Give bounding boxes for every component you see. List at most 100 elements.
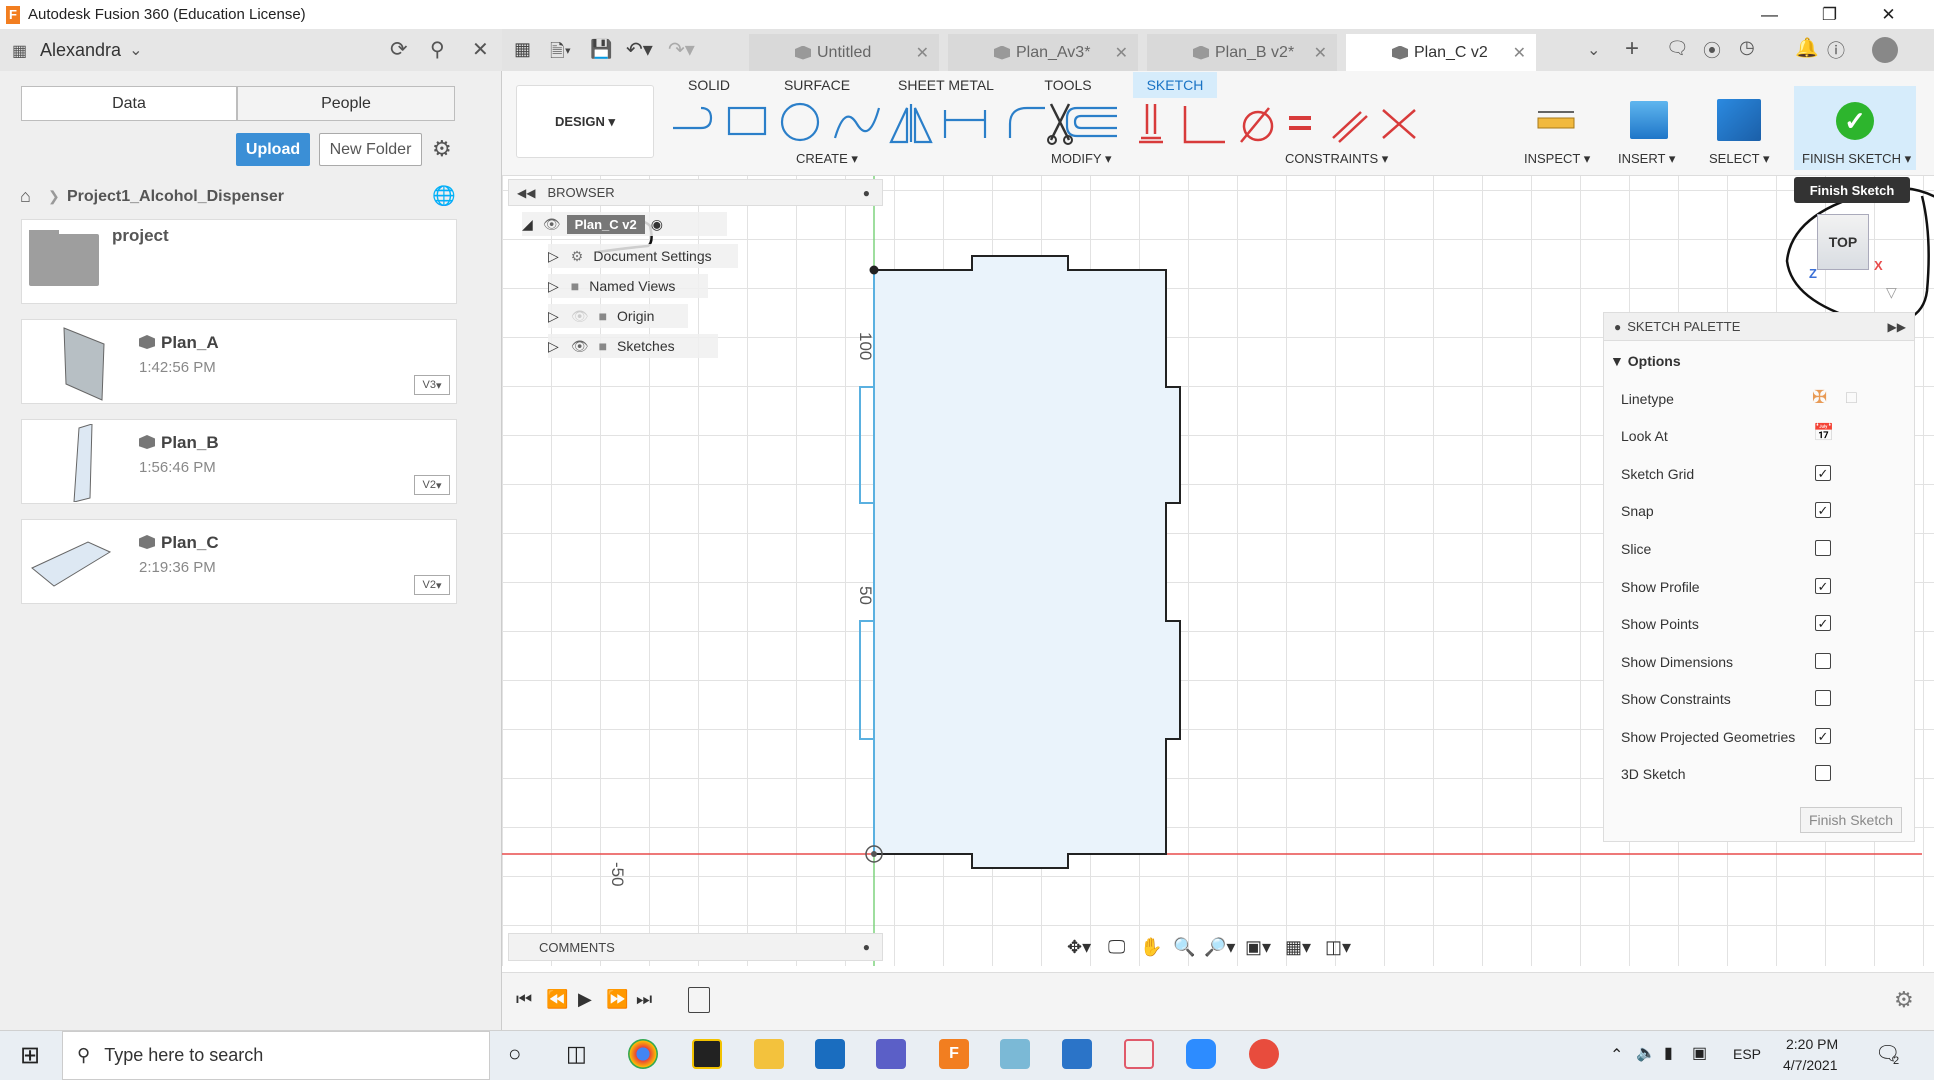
- eye-icon[interactable]: 👁: [543, 216, 561, 233]
- pan-icon[interactable]: ✋: [1140, 937, 1162, 958]
- tab-sheet-metal[interactable]: SHEET METAL: [898, 72, 994, 98]
- photos-icon[interactable]: [1062, 1039, 1092, 1069]
- task-view-icon[interactable]: ◫: [566, 1041, 587, 1067]
- snap-checkbox[interactable]: ✓: [1815, 502, 1831, 518]
- chrome-icon[interactable]: [628, 1039, 658, 1069]
- show-constraints-checkbox[interactable]: [1815, 690, 1831, 706]
- language-indicator[interactable]: ESP: [1733, 1046, 1761, 1062]
- 3d-sketch-checkbox[interactable]: [1815, 765, 1831, 781]
- insert-menu[interactable]: INSERT ▾: [1618, 151, 1675, 167]
- sketch-grid-checkbox[interactable]: ✓: [1815, 465, 1831, 481]
- collapse-icon[interactable]: ◀◀: [517, 186, 535, 200]
- new-folder-button[interactable]: New Folder: [319, 133, 422, 166]
- insert-image-icon[interactable]: [1630, 101, 1668, 139]
- expand-icon[interactable]: ◢: [522, 216, 533, 233]
- grid-menu-icon[interactable]: ▦: [12, 41, 27, 61]
- close-panel-icon[interactable]: ✕: [472, 37, 489, 62]
- pin-icon[interactable]: ●: [1614, 320, 1621, 334]
- undo-icon[interactable]: ↶▾: [626, 37, 653, 62]
- comments-panel[interactable]: COMMENTS ●: [508, 933, 883, 961]
- refresh-icon[interactable]: ⟳: [390, 37, 408, 62]
- show-profile-checkbox[interactable]: ✓: [1815, 578, 1831, 594]
- zoom-icon[interactable]: 🔍: [1173, 937, 1195, 958]
- list-item[interactable]: Plan_B 1:56:46 PM V2 ▾: [21, 419, 457, 504]
- close-tab-icon[interactable]: ✕: [1314, 43, 1327, 63]
- tab-data[interactable]: Data: [21, 86, 237, 121]
- expand-icon[interactable]: ▷: [548, 248, 559, 265]
- step-forward-icon[interactable]: ⏩: [606, 989, 628, 1010]
- tab-solid[interactable]: SOLID: [684, 72, 734, 98]
- search-icon[interactable]: ⚲: [430, 37, 445, 62]
- tab-untitled[interactable]: Untitled ✕: [749, 34, 939, 71]
- look-at-icon[interactable]: 🖵: [1108, 937, 1125, 958]
- step-back-icon[interactable]: ⏪: [546, 989, 568, 1010]
- measure-icon[interactable]: [1534, 106, 1578, 138]
- finish-sketch-menu[interactable]: FINISH SKETCH ▾: [1802, 151, 1911, 167]
- clock-date[interactable]: 4/7/2021: [1783, 1057, 1838, 1073]
- gear-icon[interactable]: ⚙: [432, 136, 452, 162]
- fit-icon[interactable]: 🔎▾: [1204, 937, 1235, 958]
- look-at-icon[interactable]: 📅: [1813, 423, 1834, 443]
- close-button[interactable]: ✕: [1860, 0, 1917, 29]
- browser-item-named-views[interactable]: ▷ ■ Named Views: [548, 274, 708, 298]
- browser-root[interactable]: ◢ 👁 Plan_C v2 ◉: [522, 212, 727, 236]
- constraints-menu[interactable]: CONSTRAINTS ▾: [1285, 151, 1388, 167]
- close-tab-icon[interactable]: ✕: [1513, 43, 1526, 63]
- grid-menu-icon[interactable]: ▦: [514, 39, 531, 60]
- centerline-linetype-icon[interactable]: □: [1846, 387, 1857, 408]
- windows-start-icon[interactable]: ⊞: [20, 1041, 40, 1070]
- expand-icon[interactable]: ▷: [548, 338, 559, 355]
- tab-sketch[interactable]: SKETCH: [1133, 72, 1217, 98]
- inspect-menu[interactable]: INSPECT ▾: [1524, 151, 1590, 167]
- palette-header[interactable]: ● SKETCH PALETTE ▶▶: [1604, 313, 1914, 341]
- tab-plan-c[interactable]: Plan_C v2 ✕: [1346, 34, 1536, 71]
- zoom-app-icon[interactable]: [1186, 1039, 1216, 1069]
- cortana-icon[interactable]: ○: [508, 1041, 521, 1067]
- go-to-end-icon[interactable]: ⏭: [636, 989, 652, 1010]
- taskbar-search[interactable]: ⚲ Type here to search: [62, 1031, 490, 1080]
- app-icon[interactable]: [1249, 1039, 1279, 1069]
- snipping-tool-icon[interactable]: [1124, 1039, 1154, 1069]
- version-select[interactable]: V2 ▾: [414, 575, 450, 595]
- browser-item-origin[interactable]: ▷ 👁 ■ Origin: [548, 304, 688, 328]
- media-player-icon[interactable]: [815, 1039, 845, 1069]
- eye-icon[interactable]: 👁: [571, 338, 589, 355]
- finish-sketch-button[interactable]: Finish Sketch: [1800, 807, 1902, 833]
- browser-header[interactable]: ◀◀ BROWSER ●: [508, 179, 883, 206]
- clock-time[interactable]: 2:20 PM: [1786, 1036, 1838, 1052]
- show-points-checkbox[interactable]: ✓: [1815, 615, 1831, 631]
- home-icon[interactable]: ⌂: [20, 186, 31, 207]
- construction-linetype-icon[interactable]: ✠: [1812, 387, 1827, 408]
- select-menu[interactable]: SELECT ▾: [1709, 151, 1769, 167]
- fusion-taskbar-icon[interactable]: F: [939, 1039, 969, 1069]
- hidden-eye-icon[interactable]: 👁: [571, 308, 589, 325]
- extensions-icon[interactable]: ⦿: [1703, 37, 1721, 63]
- show-hidden-icons[interactable]: ⌃: [1610, 1045, 1623, 1065]
- list-item[interactable]: project: [21, 219, 457, 304]
- viewcube-menu-icon[interactable]: ▽: [1886, 284, 1897, 301]
- new-tab-icon[interactable]: +: [1625, 35, 1639, 63]
- workspace-selector[interactable]: DESIGN ▾: [516, 85, 654, 158]
- volume-icon[interactable]: 🔈: [1636, 1043, 1656, 1063]
- teams-icon[interactable]: [876, 1039, 906, 1069]
- tab-people[interactable]: People: [237, 86, 455, 121]
- user-name[interactable]: Alexandra: [40, 40, 121, 61]
- tab-surface[interactable]: SURFACE: [780, 72, 854, 98]
- redo-icon[interactable]: ↷▾: [668, 37, 695, 62]
- viewports-icon[interactable]: ◫▾: [1325, 937, 1351, 958]
- browser-item-document-settings[interactable]: ▷ ⚙ Document Settings: [548, 244, 738, 268]
- timeline-settings-icon[interactable]: ⚙: [1894, 987, 1914, 1013]
- job-status-icon[interactable]: ◷: [1739, 37, 1755, 58]
- breadcrumb[interactable]: Project1_Alcohol_Dispenser: [67, 188, 284, 206]
- finish-sketch-icon[interactable]: ✓: [1836, 102, 1874, 140]
- slice-checkbox[interactable]: [1815, 540, 1831, 556]
- version-select[interactable]: V3 ▾: [414, 375, 450, 395]
- chevron-down-icon[interactable]: ⌄: [129, 40, 142, 60]
- expand-icon[interactable]: ▷: [548, 308, 559, 325]
- tab-overflow-icon[interactable]: ⌄: [1587, 40, 1600, 60]
- radio-icon[interactable]: ◉: [651, 216, 663, 233]
- pin-icon[interactable]: ●: [863, 186, 870, 200]
- upload-button[interactable]: Upload: [236, 133, 310, 166]
- show-projected-geometries-checkbox[interactable]: ✓: [1815, 728, 1831, 744]
- close-tab-icon[interactable]: ✕: [1115, 43, 1128, 63]
